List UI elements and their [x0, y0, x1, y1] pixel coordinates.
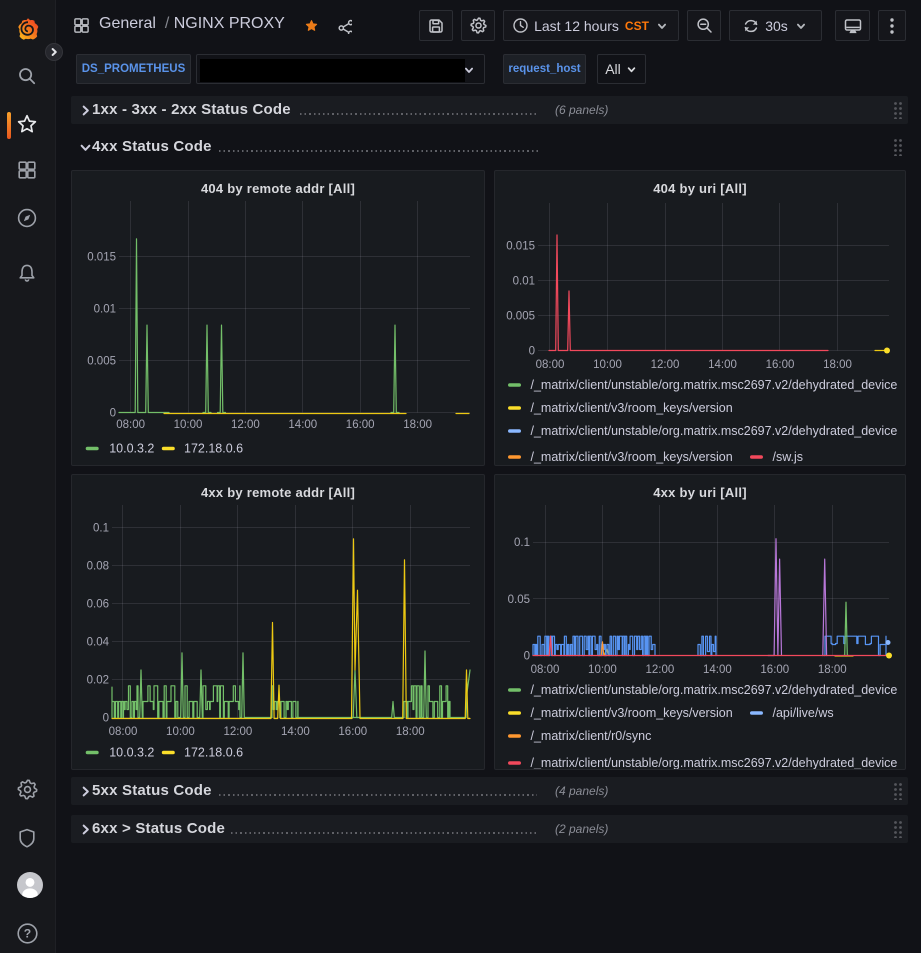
svg-text:14:00: 14:00 — [703, 664, 732, 676]
svg-text:08:00: 08:00 — [109, 726, 138, 738]
svg-text:16:00: 16:00 — [346, 419, 375, 431]
svg-text:12:00: 12:00 — [224, 726, 253, 738]
svg-text:18:00: 18:00 — [403, 419, 432, 431]
svg-text:/_matrix/client/unstable/org.m: /_matrix/client/unstable/org.matrix.msc2… — [531, 424, 898, 438]
svg-text:/_matrix/client/unstable/org.m: /_matrix/client/unstable/org.matrix.msc2… — [531, 683, 898, 697]
svg-text:18:00: 18:00 — [818, 664, 847, 676]
svg-text:14:00: 14:00 — [288, 419, 317, 431]
svg-text:10.0.3.2: 10.0.3.2 — [109, 746, 154, 760]
svg-text:10:00: 10:00 — [174, 419, 203, 431]
svg-text:0.1: 0.1 — [514, 537, 530, 549]
svg-text:10:00: 10:00 — [593, 359, 622, 371]
svg-text:0: 0 — [524, 651, 530, 663]
svg-text:0.015: 0.015 — [506, 241, 535, 253]
svg-text:0.005: 0.005 — [87, 356, 116, 368]
svg-text:0: 0 — [529, 346, 535, 358]
svg-text:/_matrix/client/unstable/org.m: /_matrix/client/unstable/org.matrix.msc2… — [531, 756, 898, 769]
svg-text:172.18.0.6: 172.18.0.6 — [184, 442, 243, 456]
svg-text:16:00: 16:00 — [338, 726, 367, 738]
svg-text:14:00: 14:00 — [281, 726, 310, 738]
svg-text:0: 0 — [103, 713, 109, 725]
svg-text:0.005: 0.005 — [506, 311, 535, 323]
svg-text:/sw.js: /sw.js — [773, 450, 804, 464]
svg-text:0.08: 0.08 — [87, 561, 109, 573]
svg-text:18:00: 18:00 — [396, 726, 425, 738]
svg-text:10:00: 10:00 — [166, 726, 195, 738]
svg-text:08:00: 08:00 — [536, 359, 565, 371]
svg-text:0.015: 0.015 — [87, 252, 116, 264]
svg-text:?: ? — [24, 926, 31, 940]
svg-text:/_matrix/client/r0/sync: /_matrix/client/r0/sync — [531, 729, 652, 743]
svg-text:08:00: 08:00 — [116, 419, 145, 431]
svg-text:0.06: 0.06 — [87, 599, 109, 611]
svg-text:/_matrix/client/v3/room_keys/v: /_matrix/client/v3/room_keys/version — [531, 401, 733, 415]
svg-text:/_matrix/client/v3/room_keys/v: /_matrix/client/v3/room_keys/version — [531, 706, 733, 720]
svg-text:0: 0 — [110, 408, 116, 420]
svg-text:0.05: 0.05 — [508, 594, 530, 606]
svg-text:12:00: 12:00 — [651, 359, 680, 371]
svg-text:0.02: 0.02 — [87, 675, 109, 687]
svg-text:12:00: 12:00 — [231, 419, 260, 431]
svg-text:0.01: 0.01 — [513, 276, 535, 288]
svg-text:0.01: 0.01 — [94, 304, 116, 316]
svg-text:/_matrix/client/v3/room_keys/v: /_matrix/client/v3/room_keys/version — [531, 450, 733, 464]
svg-text:14:00: 14:00 — [708, 359, 737, 371]
svg-text:08:00: 08:00 — [531, 664, 560, 676]
svg-text:10.0.3.2: 10.0.3.2 — [109, 442, 154, 456]
svg-text:10:00: 10:00 — [588, 664, 617, 676]
svg-text:/_matrix/client/unstable/org.m: /_matrix/client/unstable/org.matrix.msc2… — [531, 378, 898, 392]
svg-text:/api/live/ws: /api/live/ws — [773, 706, 834, 720]
svg-text:0.1: 0.1 — [93, 523, 109, 535]
svg-text:16:00: 16:00 — [760, 664, 789, 676]
svg-text:18:00: 18:00 — [823, 359, 852, 371]
svg-text:0.04: 0.04 — [87, 637, 110, 649]
svg-text:12:00: 12:00 — [646, 664, 675, 676]
svg-text:172.18.0.6: 172.18.0.6 — [184, 746, 243, 760]
svg-text:16:00: 16:00 — [766, 359, 795, 371]
